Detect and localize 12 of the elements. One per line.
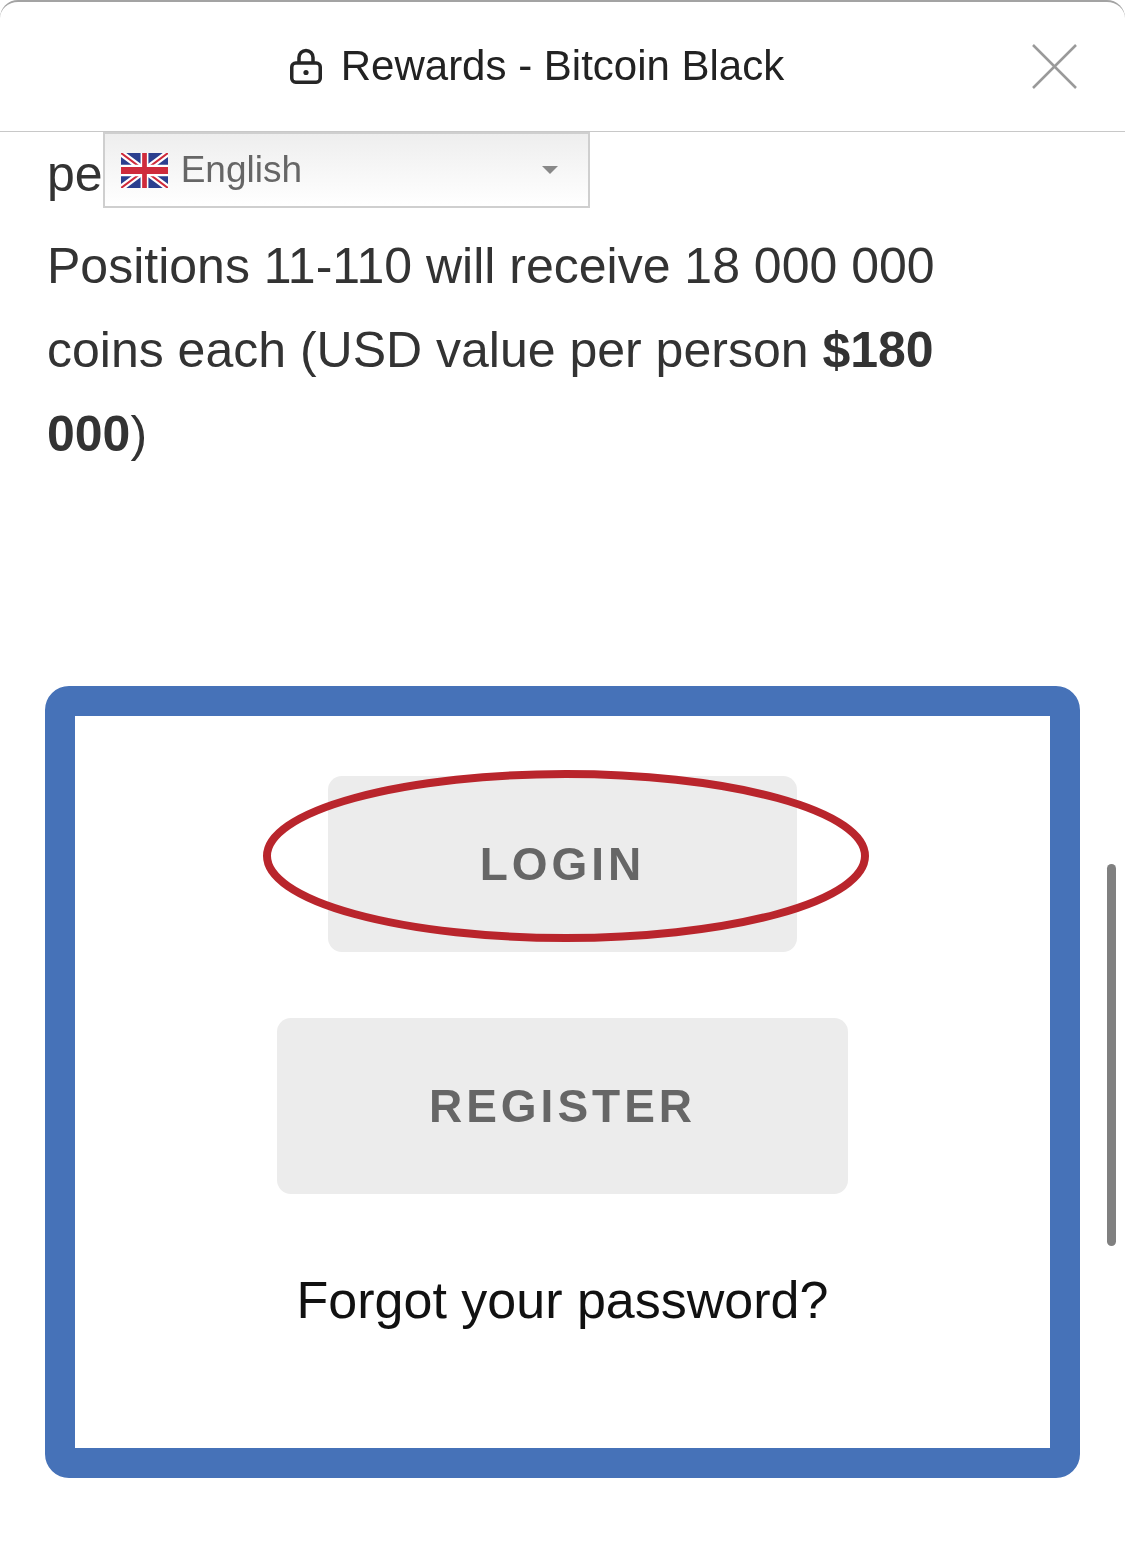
forgot-password-link[interactable]: Forgot your password? [296, 1270, 829, 1330]
lock-icon [289, 48, 322, 85]
text-fragment: pe [47, 145, 103, 204]
register-button[interactable]: REGISTER [276, 1018, 849, 1194]
close-button[interactable] [1032, 44, 1077, 89]
language-dropdown[interactable]: English [102, 132, 590, 208]
close-icon [1032, 44, 1077, 89]
reward-description: Positions 11-110 will receive 18 000 000 coins each (USD value per person $180 000) [47, 237, 936, 464]
flag-icon [120, 152, 168, 188]
page-title: Rewards - Bitcoin Black [340, 41, 785, 92]
login-button[interactable]: LOGIN [327, 776, 798, 952]
caret-icon [541, 166, 558, 174]
